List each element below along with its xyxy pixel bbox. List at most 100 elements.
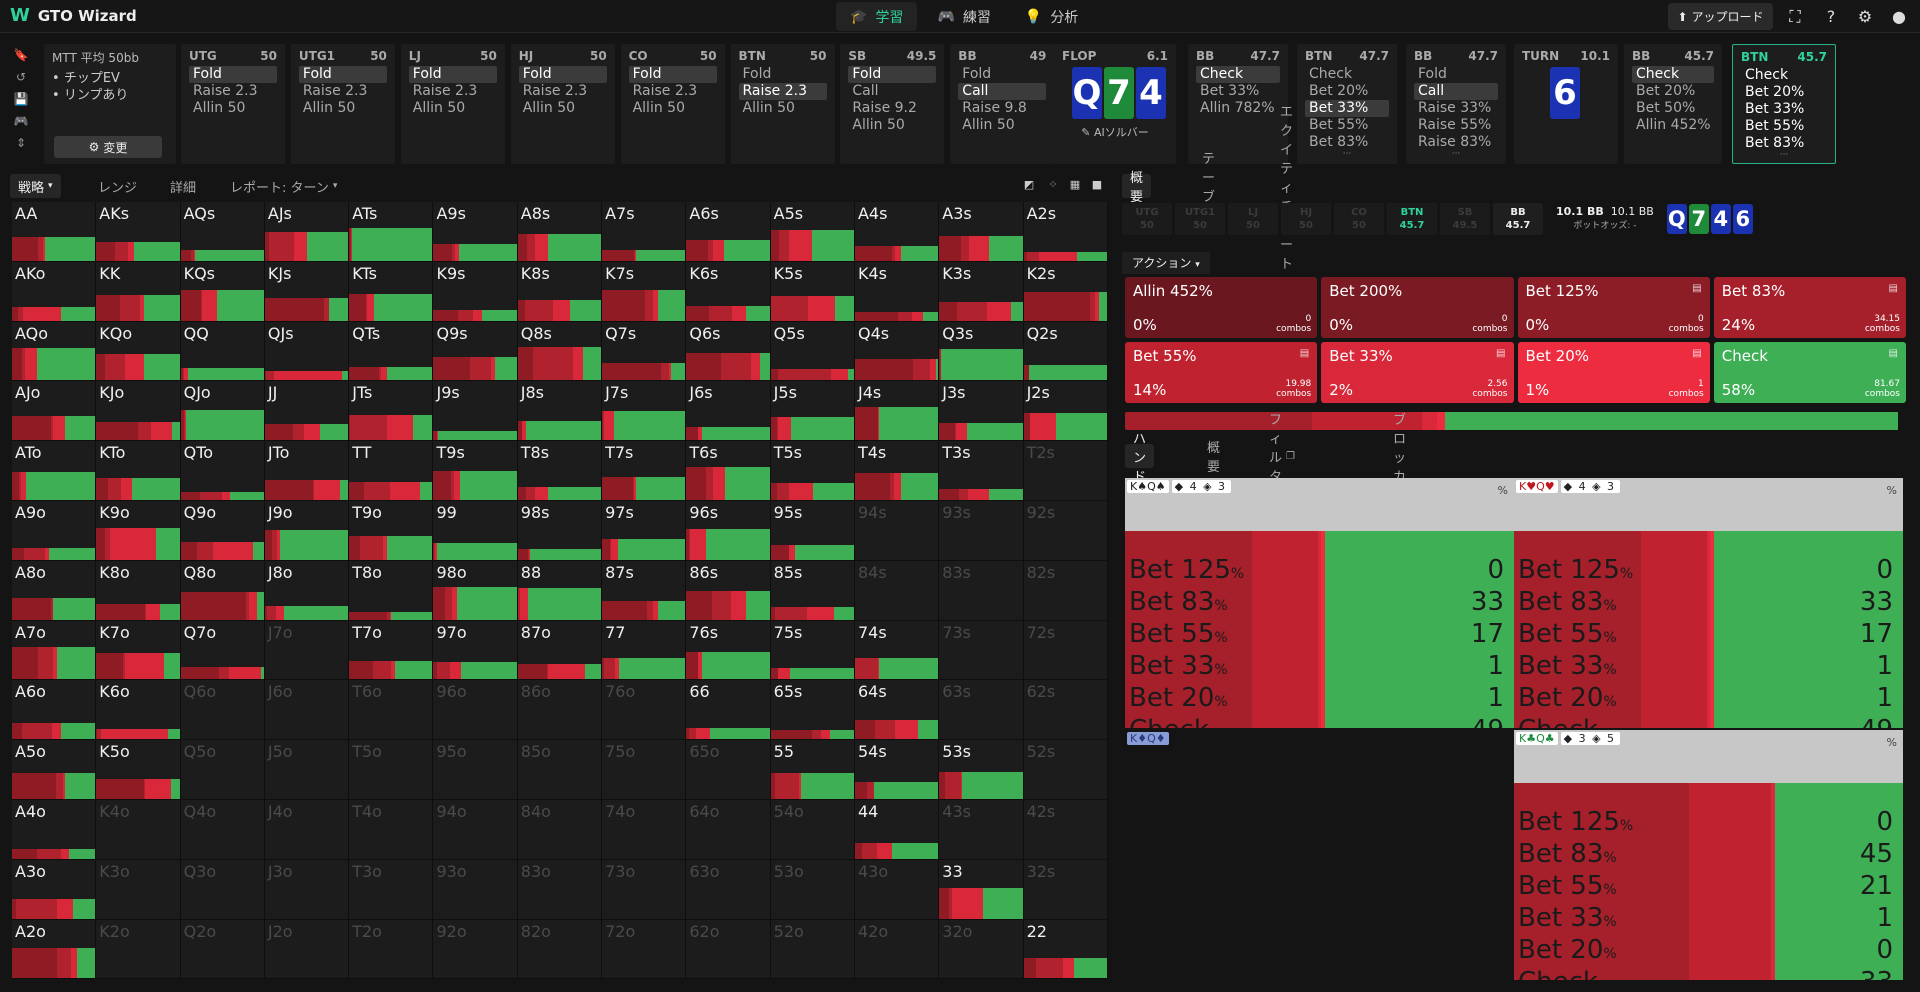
hand-cell[interactable]: J7s (602, 381, 687, 442)
hand-cell[interactable]: Q9s (433, 321, 518, 382)
turn-panel[interactable]: TURN 10.1 6 (1514, 44, 1618, 164)
action-summary-3[interactable]: Bet 83% 24% 34.15 combos ▤ (1713, 277, 1906, 338)
hand-cell[interactable]: 98s (517, 500, 603, 561)
hand-cell[interactable]: 43s (939, 799, 1024, 860)
hand-cell[interactable]: Q2s (1023, 321, 1108, 382)
hand-cell[interactable]: K9o (96, 500, 181, 561)
hand-cell[interactable]: A3s (939, 202, 1024, 262)
hand-cell[interactable]: AJo (12, 381, 97, 442)
hand-cell[interactable]: 76s (686, 620, 771, 681)
action-panel-hj[interactable]: HJ 50 Fold Raise 2.3 Allin 50 (510, 44, 615, 164)
action-option[interactable]: Fold (739, 66, 827, 83)
hand-cell[interactable]: 82s (1023, 560, 1108, 621)
nav-practice[interactable]: 🎮 練習 (923, 2, 1004, 31)
seat-co[interactable]: CO 50 (1334, 203, 1384, 235)
upload-button[interactable]: ⬆ アップロード (1668, 3, 1773, 30)
hand-cell[interactable]: T3o (349, 859, 434, 920)
hand-cell[interactable]: K7o (96, 620, 181, 681)
action-option[interactable]: Bet 55% (1305, 117, 1389, 134)
hand-cell[interactable]: K8s (517, 261, 603, 322)
action-panel-bb[interactable]: BB 45.7 Check Bet 20% Bet 50% Allin 452% (1624, 44, 1722, 164)
tab-equity-chart[interactable]: エクイティチャート (1272, 105, 1301, 272)
hand-cell[interactable]: Q5s (770, 321, 855, 382)
hand-cell[interactable]: Q8s (517, 321, 603, 382)
hand-cell[interactable]: 52s (1023, 740, 1108, 800)
hand-cell[interactable]: AQo (12, 321, 97, 382)
nav-study[interactable]: 🎓 学習 (836, 2, 918, 31)
hand-cell[interactable]: 54o (770, 799, 855, 860)
current-action[interactable]: Bet 55% (1741, 118, 1827, 135)
hand-cell[interactable]: 98o (433, 560, 518, 621)
seat-hj[interactable]: HJ 50 (1281, 203, 1331, 235)
tab-range[interactable]: レンジ (90, 174, 145, 198)
hand-cell[interactable]: K9s (433, 261, 518, 322)
account-avatar-icon[interactable]: ● (1886, 3, 1912, 30)
action-option[interactable]: Raise 2.3 (299, 83, 387, 100)
hand-cell[interactable]: AKo (12, 261, 97, 322)
action-option[interactable]: Bet 20% (1305, 83, 1389, 100)
action-option[interactable]: Fold (518, 66, 607, 83)
hand-cell[interactable]: K6s (686, 261, 771, 322)
hand-cell[interactable]: K3s (939, 261, 1024, 322)
hand-cell[interactable]: 87o (517, 620, 603, 681)
tab-overview[interactable]: 概要 (1122, 171, 1152, 205)
hand-cell[interactable]: KTs (349, 261, 434, 322)
hand-cell[interactable]: Q5o (180, 740, 265, 800)
hand-cell[interactable]: KJo (96, 381, 181, 442)
hand-cell[interactable]: J5o (264, 740, 350, 800)
action-option[interactable]: Allin 50 (409, 100, 497, 117)
action-option[interactable]: Raise 2.3 (629, 83, 717, 100)
hand-cell[interactable]: 87s (602, 560, 687, 621)
detail-icon[interactable]: ▤ (1889, 348, 1898, 359)
hand-cell[interactable]: A6s (686, 202, 771, 262)
hand-cell[interactable]: Q4s (854, 321, 940, 382)
hand-cell[interactable]: 53s (939, 740, 1024, 800)
more-actions-icon[interactable]: ··· (1414, 150, 1498, 159)
hand-cell[interactable]: A2o (12, 919, 97, 980)
hand-cell[interactable]: 73o (602, 859, 687, 920)
hand-cell[interactable]: JTo (264, 441, 350, 501)
hand-cell[interactable]: QQ (180, 321, 265, 382)
more-actions-icon[interactable]: ··· (1741, 151, 1827, 160)
action-summary-4[interactable]: Bet 55% 14% 19.98 combos ▤ (1125, 342, 1318, 403)
hand-cell[interactable]: JJ (264, 381, 350, 442)
action-option[interactable]: Fold (408, 66, 497, 83)
hand-cell[interactable]: 84o (517, 799, 603, 860)
hand-cell[interactable]: 97o (433, 620, 518, 681)
action-option[interactable]: Raise 2.3 (738, 83, 827, 100)
hand-cell[interactable]: 95s (770, 500, 855, 561)
hand-cell[interactable]: K6o (96, 680, 181, 741)
hand-cell[interactable]: K5s (770, 261, 855, 322)
grid-small-icon[interactable]: ⁘ (1046, 178, 1060, 192)
action-option[interactable]: Raise 2.3 (519, 83, 607, 100)
hand-cell[interactable]: ATo (12, 441, 97, 501)
hand-cell[interactable]: J6o (264, 680, 350, 741)
hand-cell[interactable]: T5o (349, 740, 434, 800)
action-option[interactable]: Bet 33% (1196, 83, 1280, 100)
action-panel-co[interactable]: CO 50 Fold Raise 2.3 Allin 50 (620, 44, 725, 164)
action-option[interactable]: Allin 50 (739, 100, 827, 117)
hand-cell[interactable]: J8s (517, 381, 603, 442)
hand-cell[interactable]: 77 (602, 620, 687, 681)
hand-cell[interactable]: 93o (433, 859, 518, 920)
game-icon[interactable]: 🎮 (10, 114, 32, 134)
hand-cell[interactable]: Q6s (686, 321, 771, 382)
action-option[interactable]: Allin 50 (299, 100, 387, 117)
hand-cell[interactable]: 33 (939, 859, 1024, 920)
hand-cell[interactable]: T8s (517, 441, 603, 501)
action-panel-bb[interactable]: BB 47.7 Check Bet 33% Allin 782% (1188, 44, 1288, 164)
seat-sb[interactable]: SB 49.5 (1440, 203, 1490, 235)
current-action[interactable]: Bet 33% (1741, 101, 1827, 118)
hand-cell[interactable]: K2s (1023, 261, 1108, 322)
ai-solver-link[interactable]: ✎ AIソルバー (1062, 124, 1168, 140)
hand-cell[interactable]: Q3s (939, 321, 1024, 382)
action-summary-6[interactable]: Bet 20% 1% 1 combos ▤ (1517, 342, 1710, 403)
action-option[interactable]: Allin 50 (189, 100, 277, 117)
seat-btn[interactable]: BTN 45.7 (1387, 203, 1437, 235)
action-summary-2[interactable]: Bet 125% 0% 0 combos ▤ (1517, 277, 1710, 338)
more-actions-icon[interactable]: ··· (1305, 150, 1389, 159)
hand-cell[interactable]: 65s (770, 680, 855, 741)
action-panel-bb[interactable]: BB 47.7 Fold Call Raise 33% Raise 55% Raise 83… (1406, 44, 1506, 164)
hand-cell[interactable]: T7s (602, 441, 687, 501)
action-option[interactable]: Call (958, 83, 1047, 100)
